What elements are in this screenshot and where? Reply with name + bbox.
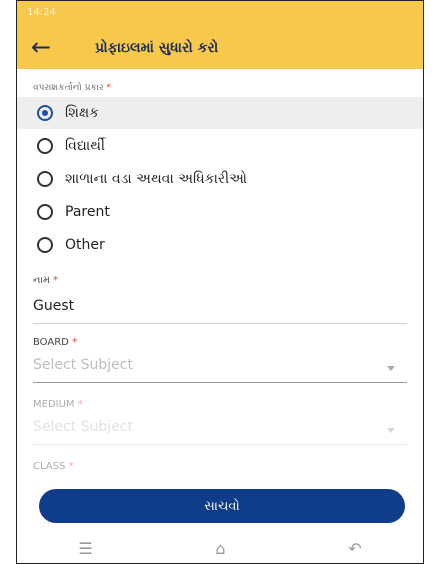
required-mark: * [68,461,74,472]
chevron-down-icon[interactable] [387,366,395,371]
radio-selected-icon[interactable] [37,105,53,121]
radio-label: શાળાના વડા અથવા અધિકારીઓ [65,171,247,187]
home-icon[interactable]: ⌂ [215,539,225,558]
board-label-text: BOARD [33,337,69,348]
required-mark: * [106,83,112,93]
name-label: નામ * [33,275,58,286]
board-label: BOARD * [33,337,77,348]
chevron-down-icon[interactable] [387,428,395,433]
medium-select[interactable]: Select Subject [33,419,133,435]
radio-option-other[interactable]: Other [17,229,423,261]
required-mark: * [53,275,59,286]
app-header: 14:24 ← પ્રોફાઇલમાં સુધારો કરો [17,1,423,69]
radio-label: Other [65,237,105,253]
board-select[interactable]: Select Subject [33,357,133,373]
system-nav-bar: ☰ ⌂ ↶ [17,531,423,563]
back-icon[interactable]: ↶ [348,539,361,558]
save-button[interactable]: સાચવો [39,489,405,523]
menu-icon[interactable]: ☰ [78,539,92,558]
class-label: CLASS * [33,461,74,472]
required-mark: * [77,399,83,410]
radio-unselected-icon[interactable] [37,138,53,154]
radio-unselected-icon[interactable] [37,171,53,187]
name-underline [33,323,407,324]
board-underline [33,382,407,383]
class-label-text: CLASS [33,461,66,472]
radio-label: વિદ્યાર્થી [65,138,105,154]
status-time: 14:24 [27,7,56,18]
medium-label: MEDIUM * [33,399,83,410]
radio-label: Parent [65,204,110,220]
radio-unselected-icon[interactable] [37,204,53,220]
radio-option-teacher[interactable]: શિક્ષક [17,97,423,129]
medium-label-text: MEDIUM [33,399,75,410]
radio-label: શિક્ષક [65,105,100,121]
name-label-text: નામ [33,275,50,286]
page-title: પ્રોફાઇલમાં સુધારો કરો [95,40,219,56]
radio-option-parent[interactable]: Parent [17,196,423,228]
radio-unselected-icon[interactable] [37,237,53,253]
radio-option-student[interactable]: વિદ્યાર્થી [17,130,423,162]
back-arrow-icon[interactable]: ← [31,35,51,59]
app-screen: 14:24 ← પ્રોફાઇલમાં સુધારો કરો વપરાશકર્ત… [16,0,424,564]
status-bar: 14:24 [27,7,413,21]
user-type-label-text: વપરાશકર્તાનો પ્રકાર [33,83,104,93]
name-input[interactable]: Guest [33,298,74,314]
medium-underline [33,444,407,445]
user-type-label: વપરાશકર્તાનો પ્રકાર * [33,83,111,93]
radio-option-school-head[interactable]: શાળાના વડા અથવા અધિકારીઓ [17,163,423,195]
required-mark: * [72,337,78,348]
